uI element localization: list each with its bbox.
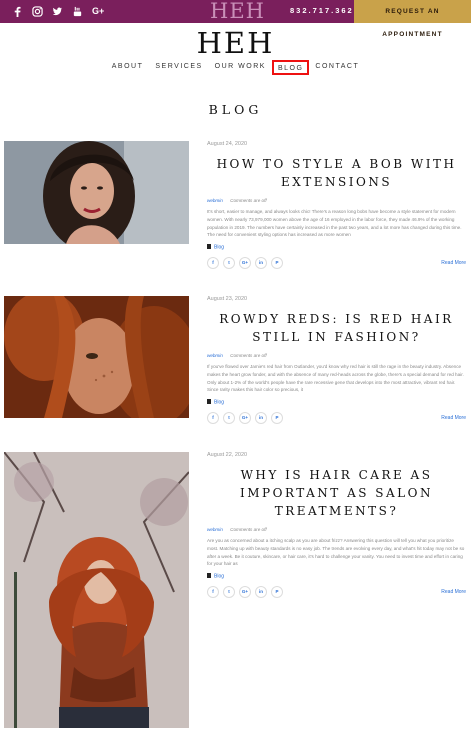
read-more-link[interactable]: Read More (441, 589, 466, 595)
bookmark-icon (207, 399, 211, 405)
post-body: August 24, 2020 HOW TO STYLE A BOB WITH … (207, 141, 466, 269)
site-logo[interactable]: HEH (0, 26, 471, 60)
post-image[interactable] (4, 452, 189, 728)
nav-item-contact[interactable]: CONTACT (309, 63, 365, 75)
share-twitter-icon[interactable]: t (223, 585, 235, 598)
request-appointment-button[interactable]: REQUEST AN APPOINTMENT (354, 0, 471, 38)
post-excerpt: It's short, easier to manage, and always… (207, 209, 462, 238)
page-title: BLOG (208, 102, 263, 117)
post-comments: Comments are off (230, 353, 267, 358)
share-linkedin-icon[interactable]: in (255, 411, 267, 424)
bookmark-icon (207, 244, 211, 250)
post-excerpt: Are you as concerned about a itching sca… (207, 538, 465, 567)
nav-item-about[interactable]: ABOUT (106, 63, 150, 75)
share-facebook-icon[interactable]: f (207, 585, 219, 598)
share-twitter-icon[interactable]: t (223, 411, 235, 424)
read-more-link[interactable]: Read More (441, 260, 466, 266)
share-buttons: f t G+ in P Read More (207, 256, 466, 269)
post-body: August 22, 2020 WHY IS HAIR CARE AS IMPO… (207, 452, 466, 598)
post-category-label: Blog (214, 244, 225, 251)
top-bar: G+ HEH 832.717.3626 REQUEST AN APPOINTME… (0, 0, 471, 38)
phone-number[interactable]: 832.717.3626 (290, 6, 360, 15)
share-twitter-icon[interactable]: t (223, 256, 235, 269)
social-links: G+ (12, 5, 104, 17)
post-meta: webmin Comments are off (207, 527, 466, 532)
google-plus-icon[interactable]: G+ (92, 5, 104, 17)
share-buttons: f t G+ in P Read More (207, 585, 466, 598)
share-linkedin-icon[interactable]: in (255, 256, 267, 269)
share-google-plus-icon[interactable]: G+ (239, 585, 251, 598)
blog-post: August 23, 2020 ROWDY REDS: IS RED HAIR … (0, 296, 471, 436)
post-title[interactable]: HOW TO STYLE A BOB WITH EXTENSIONS (207, 155, 466, 191)
share-linkedin-icon[interactable]: in (255, 585, 267, 598)
nav-item-our-work[interactable]: OUR WORK (209, 63, 272, 75)
post-comments: Comments are off (230, 198, 267, 203)
instagram-icon[interactable] (32, 5, 44, 17)
share-facebook-icon[interactable]: f (207, 411, 219, 424)
post-excerpt: If you've flowed over Jamie's red hair f… (207, 364, 464, 393)
post-meta: webmin Comments are off (207, 198, 466, 203)
share-pinterest-icon[interactable]: P (271, 256, 283, 269)
post-date: August 24, 2020 (207, 141, 248, 147)
post-title[interactable]: ROWDY REDS: IS RED HAIR STILL IN FASHION… (207, 310, 466, 346)
post-date: August 22, 2020 (207, 452, 248, 458)
post-date: August 23, 2020 (207, 296, 248, 302)
topbar-logo[interactable]: HEH (210, 0, 265, 23)
bookmark-icon (207, 573, 211, 579)
share-buttons: f t G+ in P Read More (207, 411, 466, 424)
main-nav: ABOUT SERVICES OUR WORK BLOG CONTACT (0, 60, 471, 75)
nav-item-services[interactable]: SERVICES (149, 63, 208, 75)
post-category[interactable]: Blog (207, 244, 466, 251)
share-google-plus-icon[interactable]: G+ (239, 411, 251, 424)
read-more-link[interactable]: Read More (441, 415, 466, 421)
post-author[interactable]: webmin (207, 527, 223, 532)
blog-post: August 24, 2020 HOW TO STYLE A BOB WITH … (0, 141, 471, 281)
share-facebook-icon[interactable]: f (207, 256, 219, 269)
post-category[interactable]: Blog (207, 573, 466, 580)
post-category-label: Blog (214, 399, 225, 406)
post-author[interactable]: webmin (207, 198, 223, 203)
post-comments: Comments are off (230, 527, 267, 532)
share-pinterest-icon[interactable]: P (271, 411, 283, 424)
share-pinterest-icon[interactable]: P (271, 585, 283, 598)
youtube-icon[interactable] (72, 5, 84, 17)
blog-post: August 22, 2020 WHY IS HAIR CARE AS IMPO… (0, 452, 471, 730)
post-category-label: Blog (214, 573, 225, 580)
twitter-icon[interactable] (52, 5, 64, 17)
post-body: August 23, 2020 ROWDY REDS: IS RED HAIR … (207, 296, 466, 424)
post-image[interactable] (4, 296, 189, 418)
post-title[interactable]: WHY IS HAIR CARE AS IMPORTANT AS SALON T… (207, 466, 466, 520)
share-google-plus-icon[interactable]: G+ (239, 256, 251, 269)
post-author[interactable]: webmin (207, 353, 223, 358)
post-meta: webmin Comments are off (207, 353, 466, 358)
post-category[interactable]: Blog (207, 399, 466, 406)
post-image[interactable] (4, 141, 189, 244)
nav-item-blog[interactable]: BLOG (271, 60, 310, 75)
facebook-icon[interactable] (12, 5, 24, 17)
